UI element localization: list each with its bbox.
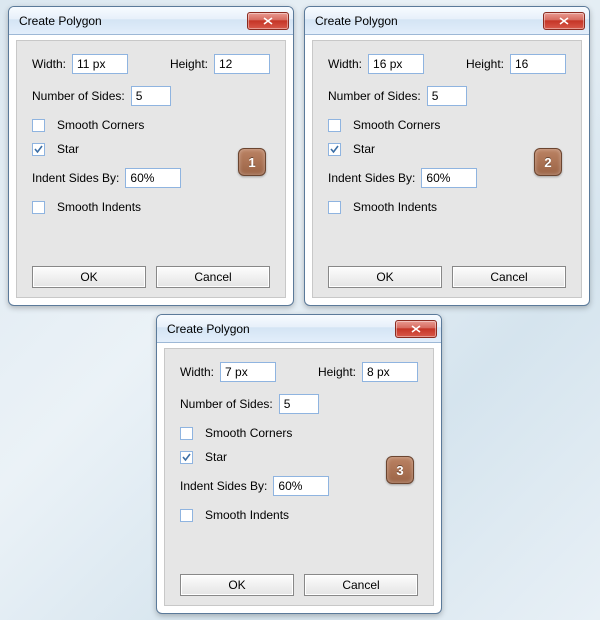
sides-label: Number of Sides:: [32, 89, 125, 103]
indent-input[interactable]: [421, 168, 477, 188]
step-badge: 2: [534, 148, 562, 176]
indent-input[interactable]: [273, 476, 329, 496]
titlebar[interactable]: Create Polygon: [157, 315, 441, 343]
smooth-indents-label: Smooth Indents: [205, 508, 289, 522]
dialog-body: Width: Height: Number of Sides: Smooth C…: [15, 39, 287, 299]
width-label: Width:: [328, 57, 362, 71]
check-icon: [329, 144, 340, 155]
height-input[interactable]: [362, 362, 418, 382]
dialog-body: Width: Height: Number of Sides: Smooth C…: [163, 347, 435, 607]
step-badge: 3: [386, 456, 414, 484]
width-input[interactable]: [368, 54, 424, 74]
sides-label: Number of Sides:: [180, 397, 273, 411]
cancel-button[interactable]: Cancel: [304, 574, 418, 596]
width-input[interactable]: [220, 362, 276, 382]
height-label: Height:: [170, 57, 208, 71]
indent-label: Indent Sides By:: [180, 479, 267, 493]
titlebar[interactable]: Create Polygon: [9, 7, 293, 35]
star-label: Star: [205, 450, 227, 464]
close-icon: [411, 325, 421, 333]
width-label: Width:: [32, 57, 66, 71]
indent-input[interactable]: [125, 168, 181, 188]
sides-input[interactable]: [427, 86, 467, 106]
dialog-title: Create Polygon: [19, 14, 247, 28]
star-label: Star: [353, 142, 375, 156]
smooth-corners-checkbox[interactable]: [328, 119, 341, 132]
smooth-indents-checkbox[interactable]: [328, 201, 341, 214]
check-icon: [181, 452, 192, 463]
smooth-indents-label: Smooth Indents: [57, 200, 141, 214]
close-icon: [559, 17, 569, 25]
dialog-title: Create Polygon: [315, 14, 543, 28]
dialog-title: Create Polygon: [167, 322, 395, 336]
cancel-button[interactable]: Cancel: [452, 266, 566, 288]
close-button[interactable]: [247, 12, 289, 30]
sides-label: Number of Sides:: [328, 89, 421, 103]
height-label: Height:: [318, 365, 356, 379]
width-label: Width:: [180, 365, 214, 379]
create-polygon-dialog-1: Create Polygon Width: Height: Number of …: [8, 6, 294, 306]
ok-button[interactable]: OK: [180, 574, 294, 596]
cancel-button[interactable]: Cancel: [156, 266, 270, 288]
smooth-corners-checkbox[interactable]: [180, 427, 193, 440]
indent-label: Indent Sides By:: [32, 171, 119, 185]
titlebar[interactable]: Create Polygon: [305, 7, 589, 35]
ok-button[interactable]: OK: [328, 266, 442, 288]
close-button[interactable]: [395, 320, 437, 338]
dialog-body: Width: Height: Number of Sides: Smooth C…: [311, 39, 583, 299]
star-checkbox[interactable]: [328, 143, 341, 156]
star-checkbox[interactable]: [32, 143, 45, 156]
height-input[interactable]: [510, 54, 566, 74]
close-icon: [263, 17, 273, 25]
check-icon: [33, 144, 44, 155]
star-checkbox[interactable]: [180, 451, 193, 464]
create-polygon-dialog-3: Create Polygon Width: Height: Number of …: [156, 314, 442, 614]
smooth-corners-label: Smooth Corners: [353, 118, 440, 132]
smooth-corners-checkbox[interactable]: [32, 119, 45, 132]
height-label: Height:: [466, 57, 504, 71]
smooth-corners-label: Smooth Corners: [205, 426, 292, 440]
smooth-indents-label: Smooth Indents: [353, 200, 437, 214]
height-input[interactable]: [214, 54, 270, 74]
width-input[interactable]: [72, 54, 128, 74]
step-badge: 1: [238, 148, 266, 176]
sides-input[interactable]: [279, 394, 319, 414]
star-label: Star: [57, 142, 79, 156]
close-button[interactable]: [543, 12, 585, 30]
smooth-indents-checkbox[interactable]: [32, 201, 45, 214]
ok-button[interactable]: OK: [32, 266, 146, 288]
smooth-indents-checkbox[interactable]: [180, 509, 193, 522]
sides-input[interactable]: [131, 86, 171, 106]
smooth-corners-label: Smooth Corners: [57, 118, 144, 132]
indent-label: Indent Sides By:: [328, 171, 415, 185]
create-polygon-dialog-2: Create Polygon Width: Height: Number of …: [304, 6, 590, 306]
